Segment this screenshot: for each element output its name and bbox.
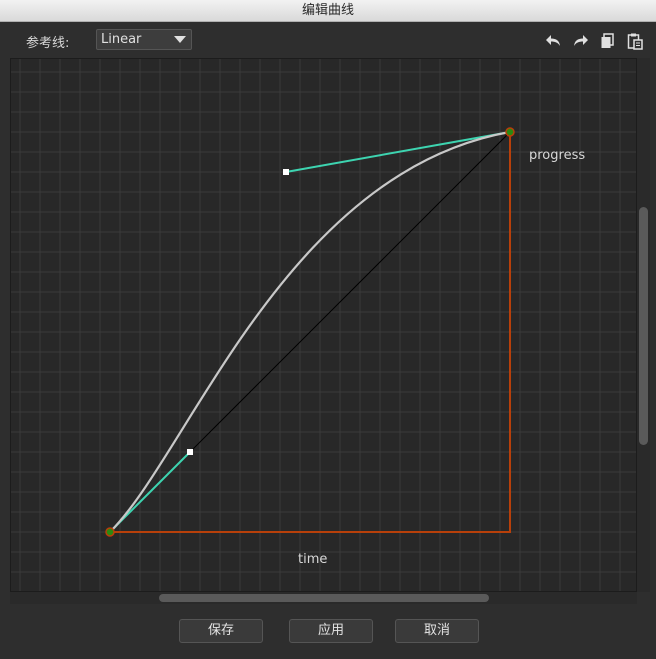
window-titlebar: 编辑曲线 (0, 0, 656, 22)
paste-button[interactable] (625, 31, 645, 51)
cancel-button[interactable]: 取消 (395, 619, 479, 643)
undo-icon (546, 35, 560, 46)
paste-icon (627, 33, 643, 50)
curve-editor-canvas[interactable]: time progress (10, 58, 637, 592)
copy-button[interactable] (598, 31, 618, 51)
vertical-scrollbar-thumb[interactable] (639, 207, 648, 445)
copy-icon (601, 33, 614, 48)
control-point-1-handle[interactable] (187, 449, 193, 455)
save-button[interactable]: 保存 (179, 619, 263, 643)
window-title: 编辑曲线 (301, 3, 354, 18)
curve-editor-graph[interactable]: time progress (11, 59, 637, 592)
redo-icon (574, 35, 588, 46)
curve-start-point[interactable] (105, 527, 115, 537)
horizontal-scrollbar-thumb[interactable] (159, 594, 489, 602)
reference-line-label: 参考线: (26, 36, 70, 51)
y-axis-label: progress (529, 148, 585, 163)
redo-button[interactable] (570, 31, 590, 51)
curve-end-point[interactable] (505, 127, 515, 137)
apply-button[interactable]: 应用 (289, 619, 373, 643)
control-point-2-handle[interactable] (283, 169, 289, 175)
reference-line-value: Linear (101, 32, 142, 47)
chevron-down-icon (174, 36, 186, 43)
undo-button[interactable] (544, 31, 564, 51)
x-axis-label: time (298, 552, 327, 567)
grid (11, 59, 636, 591)
toolbar: 参考线: Linear (0, 22, 656, 58)
reference-line-select[interactable]: Linear (96, 29, 192, 50)
